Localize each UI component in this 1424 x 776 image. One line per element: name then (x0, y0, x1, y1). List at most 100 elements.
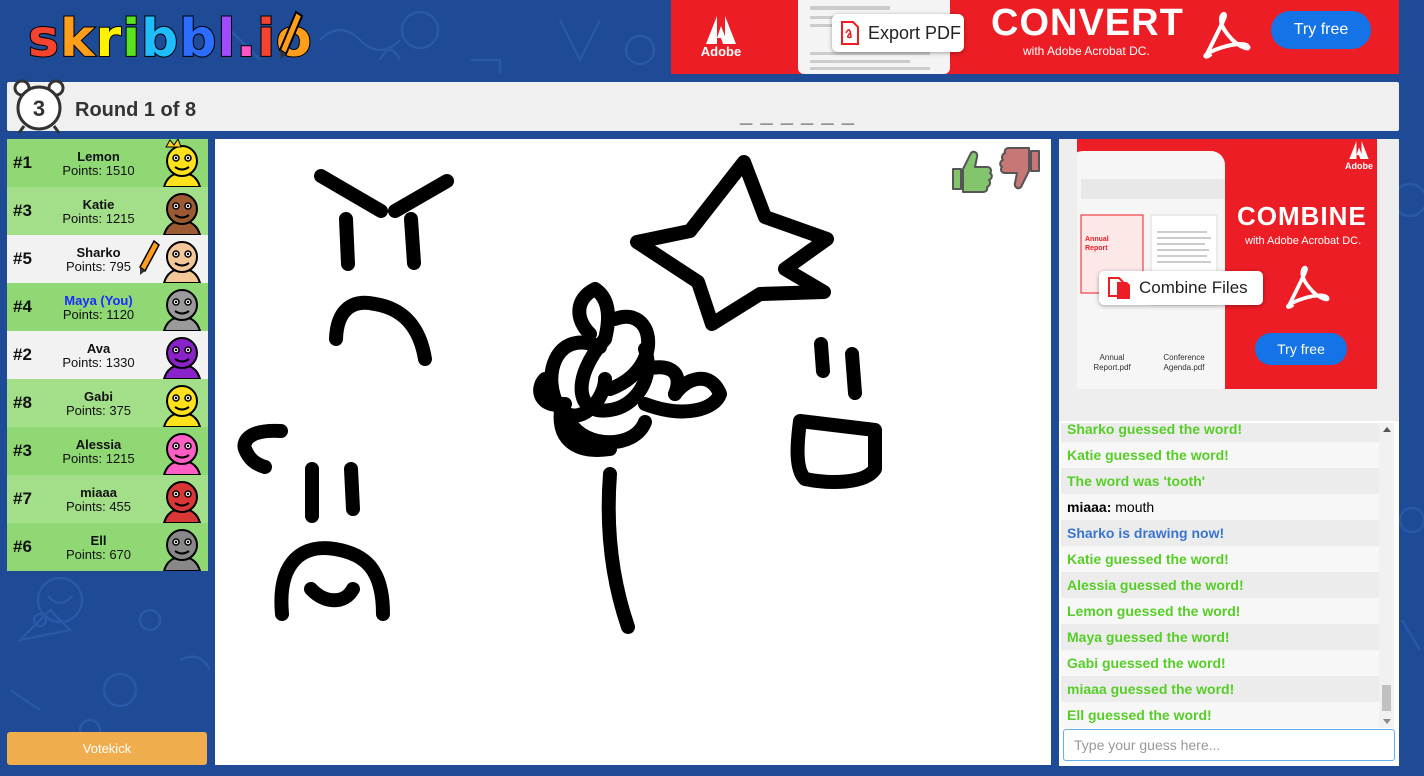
chat-message: Sharko is drawing now! (1061, 520, 1379, 546)
player-name: Gabi (84, 389, 113, 404)
adobe-a-icon (706, 15, 736, 44)
drawing-canvas[interactable] (215, 139, 1051, 765)
player-avatar (162, 529, 202, 571)
ad-side-headline: COMBINE (1237, 201, 1367, 231)
player-rank: #8 (13, 393, 32, 412)
player-row[interactable]: #4 Maya (You) Points: 1120 (7, 283, 208, 331)
player-points: Points: 1510 (62, 163, 135, 178)
chat-message: The word was 'tooth' (1061, 468, 1379, 494)
votekick-button[interactable]: Votekick (7, 732, 207, 765)
combine-files-badge: Combine Files (1099, 271, 1263, 305)
player-rank: #7 (13, 489, 32, 508)
player-avatar (162, 337, 202, 379)
player-points: Points: 795 (65, 259, 132, 274)
pdf-file-icon (841, 21, 859, 45)
chat-message: Maya guessed the word! (1061, 624, 1379, 650)
side-advertisement[interactable]: Annual Report Annual Report.pdf Conferen… (1059, 139, 1399, 421)
acrobat-side-icon (1286, 265, 1330, 309)
player-avatar (162, 139, 202, 187)
ad-app-preview: Annual Report Annual Report.pdf Conferen… (1077, 151, 1225, 389)
round-timer: 3 (32, 96, 46, 121)
chat-message: Katie guessed the word! (1061, 442, 1379, 468)
player-name: Katie (82, 197, 115, 212)
player-points: Points: 455 (65, 499, 132, 514)
thumbs-up-icon[interactable] (949, 147, 993, 193)
export-pdf-badge: Export PDF (832, 14, 964, 52)
game-header-bar: 3 Round 1 of 8 _ _ _ _ _ _ (7, 79, 1399, 134)
player-row[interactable]: #6 Ell Points: 670 (7, 523, 208, 571)
player-rank: #4 (13, 297, 32, 316)
adobe-side-logo: Adobe (1345, 141, 1373, 171)
player-row[interactable]: #8 Gabi Points: 375 (7, 379, 208, 427)
player-avatar (162, 241, 202, 283)
player-rank: #6 (13, 537, 32, 556)
player-rank: #3 (13, 441, 32, 460)
adobe-logo: Adobe (671, 0, 771, 74)
chat-message: Ell guessed the word! (1061, 702, 1379, 728)
combine-pdf-icon (1108, 277, 1130, 299)
ad-subline: with Adobe Acrobat DC. (1023, 44, 1150, 58)
chat-scrollbar[interactable] (1379, 423, 1394, 728)
player-points: Points: 1215 (62, 211, 135, 226)
scroll-down-icon[interactable] (1383, 719, 1391, 724)
player-rank: #5 (13, 249, 32, 268)
drawing-strokes (237, 155, 882, 634)
player-points: Points: 1330 (62, 355, 135, 370)
player-name: miaaa (80, 485, 117, 500)
player-row[interactable]: #3 Alessia Points: 1215 (7, 427, 208, 475)
player-row[interactable]: #1 Lemon Points: 1510 (7, 139, 208, 187)
guess-input[interactable] (1063, 729, 1395, 761)
player-name: Maya (You) (64, 293, 133, 308)
side-try-free-button[interactable]: Try free (1255, 333, 1347, 365)
player-name: Ava (86, 341, 111, 356)
player-points: Points: 1120 (62, 307, 135, 322)
player-avatar (162, 193, 202, 235)
players-list: #1 Lemon Points: 1510 #3 Katie Points: 1215 #5… (7, 139, 208, 571)
player-name: Alessia (75, 437, 122, 452)
top-advertisement[interactable]: Adobe Export PDF CONVERT with Adobe Acro… (671, 0, 1399, 74)
chat-text: mouth (1111, 499, 1155, 515)
chat-message: Lemon guessed the word! (1061, 598, 1379, 624)
player-row[interactable]: #3 Katie Points: 1215 (7, 187, 208, 235)
rating-buttons (949, 147, 1043, 193)
scroll-up-icon[interactable] (1383, 427, 1391, 432)
skribbl-logo: skribbl.io (27, 8, 313, 70)
ad-file1-label: Annual Report.pdf (1093, 353, 1131, 372)
chat-message: Gabi guessed the word! (1061, 650, 1379, 676)
ad-file2-label: Conference Agenda.pdf (1163, 353, 1205, 372)
chat-message: Alessia guessed the word! (1061, 572, 1379, 598)
thumbs-down-icon[interactable] (999, 147, 1043, 193)
player-rank: #2 (13, 345, 32, 364)
player-avatar (162, 481, 202, 523)
chat-author: miaaa: (1067, 499, 1112, 515)
try-free-button[interactable]: Try free (1271, 11, 1371, 49)
player-avatar (162, 289, 202, 331)
logo-pencil-icon (278, 10, 304, 59)
ad-side-subline: with Adobe Acrobat DC. (1245, 235, 1362, 247)
svg-text:Report: Report (1085, 245, 1108, 252)
round-indicator: Round 1 of 8 (75, 99, 197, 121)
chat-messages[interactable]: Sharko guessed the word! Katie guessed th… (1061, 423, 1379, 728)
scrollbar-thumb[interactable] (1382, 685, 1391, 711)
player-points: Points: 670 (65, 547, 132, 562)
player-name: Ell (90, 533, 107, 548)
adobe-a-side-icon (1349, 141, 1369, 159)
drawing-pencil-icon (139, 239, 160, 275)
svg-text:Annual: Annual (1085, 236, 1109, 243)
chat-message: miaaa: mouth (1061, 494, 1379, 520)
player-name: Lemon (77, 149, 120, 164)
player-points: Points: 1215 (62, 451, 135, 466)
acrobat-icon (1203, 11, 1251, 59)
player-rank: #3 (13, 201, 32, 220)
player-row[interactable]: #2 Ava Points: 1330 (7, 331, 208, 379)
player-points: Points: 375 (65, 403, 132, 418)
crown-icon (165, 139, 182, 148)
ad-brand: Adobe (700, 43, 742, 59)
player-row[interactable]: #5 Sharko Points: 795 (7, 235, 208, 283)
ad-headline: CONVERT (991, 2, 1184, 44)
player-row[interactable]: #7 miaaa Points: 455 (7, 475, 208, 523)
chat-message: miaaa guessed the word! (1061, 676, 1379, 702)
chat-message: Katie guessed the word! (1061, 546, 1379, 572)
player-avatar (162, 433, 202, 475)
chat-message: Sharko guessed the word! (1061, 423, 1379, 442)
